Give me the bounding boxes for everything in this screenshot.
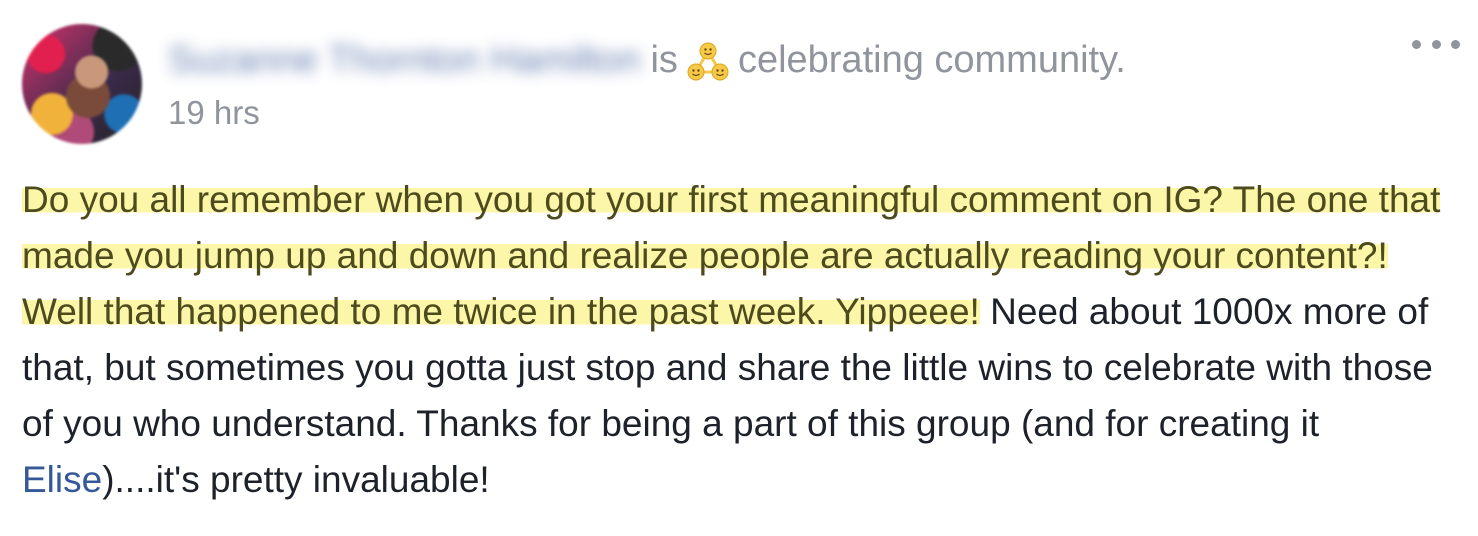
- post-card: Suzanne Thornton Hamilton is celebrating…: [0, 0, 1478, 536]
- author-name-link[interactable]: Suzanne Thornton Hamilton: [168, 39, 640, 82]
- author-avatar[interactable]: [22, 24, 142, 144]
- post-header: Suzanne Thornton Hamilton is celebrating…: [168, 32, 1126, 88]
- post-message: Do you all remember when you got your fi…: [22, 172, 1452, 508]
- celebrating-community-icon: [686, 40, 730, 84]
- more-options-icon-dot: [1451, 39, 1460, 49]
- activity-text: celebrating community.: [737, 38, 1126, 81]
- message-text-end: )....it's pretty invaluable!: [102, 459, 490, 500]
- activity-verb: is: [650, 38, 678, 81]
- mention-link[interactable]: Elise: [22, 459, 102, 500]
- more-options-icon: [1412, 39, 1421, 49]
- more-options-button[interactable]: [1412, 30, 1460, 58]
- more-options-icon-dot: [1431, 39, 1441, 49]
- post-timestamp[interactable]: 19 hrs: [168, 94, 260, 132]
